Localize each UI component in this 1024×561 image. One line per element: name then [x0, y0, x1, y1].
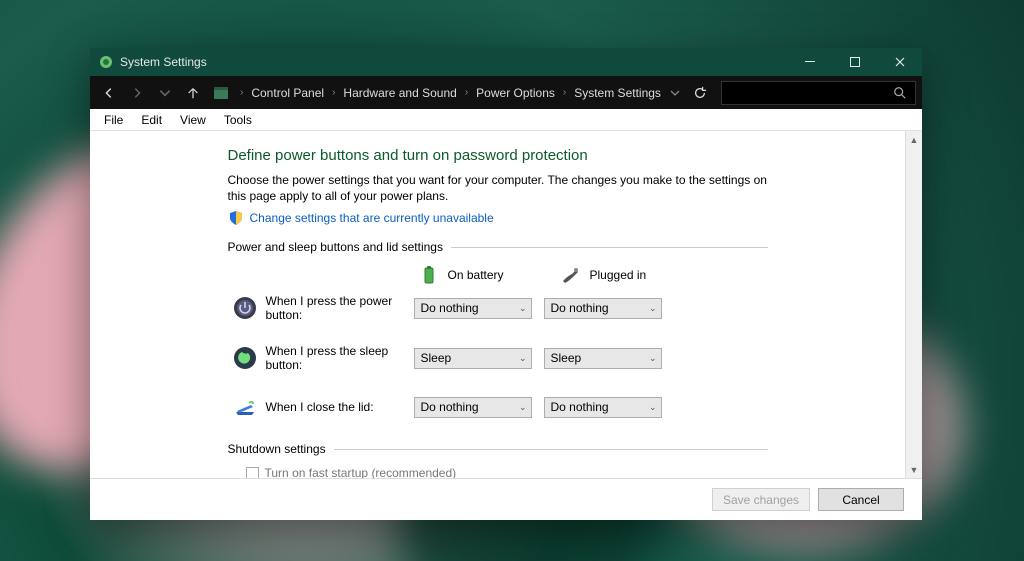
- menu-tools[interactable]: Tools: [216, 111, 260, 129]
- chevron-down-icon: ⌄: [519, 303, 527, 314]
- chevron-right-icon: ›: [326, 87, 341, 98]
- power-icon: [232, 295, 258, 321]
- breadcrumb-item[interactable]: Control Panel: [249, 86, 326, 100]
- cancel-button[interactable]: Cancel: [818, 488, 904, 511]
- chevron-down-icon: ⌄: [649, 402, 657, 413]
- battery-icon: [418, 264, 440, 286]
- app-icon: [98, 54, 114, 70]
- minimize-button[interactable]: [787, 48, 832, 76]
- footer: Save changes Cancel: [90, 478, 922, 520]
- chevron-right-icon: ›: [459, 87, 474, 98]
- location-icon: [212, 84, 230, 102]
- breadcrumb-item[interactable]: Hardware and Sound: [341, 86, 458, 100]
- row-label: When I close the lid:: [258, 400, 414, 414]
- breadcrumb-item[interactable]: System Settings: [572, 86, 663, 100]
- page-title: Define power buttons and turn on passwor…: [228, 147, 768, 164]
- address-bar: › Control Panel › Hardware and Sound › P…: [90, 76, 922, 109]
- vertical-scrollbar[interactable]: ▲ ▼: [905, 131, 922, 478]
- chevron-down-icon: ⌄: [519, 353, 527, 364]
- menubar: File Edit View Tools: [90, 109, 922, 131]
- search-input[interactable]: [721, 81, 916, 105]
- sleep-plugged-dropdown[interactable]: Sleep⌄: [544, 348, 662, 369]
- save-changes-button[interactable]: Save changes: [712, 488, 810, 511]
- close-button[interactable]: [877, 48, 922, 76]
- group-shutdown-label: Shutdown settings: [228, 442, 768, 456]
- menu-view[interactable]: View: [172, 111, 214, 129]
- menu-file[interactable]: File: [96, 111, 131, 129]
- column-plugged-in: Plugged in: [560, 264, 690, 286]
- chevron-down-icon: ⌄: [649, 303, 657, 314]
- breadcrumb[interactable]: › Control Panel › Hardware and Sound › P…: [208, 84, 663, 102]
- row-close-lid: When I close the lid: Do nothing⌄ Do not…: [228, 394, 768, 420]
- laptop-lid-icon: [232, 394, 258, 420]
- forward-button[interactable]: [124, 80, 150, 106]
- lid-plugged-dropdown[interactable]: Do nothing⌄: [544, 397, 662, 418]
- option-title: Turn on fast startup (recommended): [265, 466, 457, 478]
- search-icon: [893, 86, 907, 100]
- content-area: Define power buttons and turn on passwor…: [90, 131, 905, 478]
- row-label: When I press the sleep button:: [258, 344, 414, 372]
- row-power-button: When I press the power button: Do nothin…: [228, 294, 768, 322]
- system-settings-window: System Settings › Control Panel › Hardwa…: [90, 48, 922, 520]
- row-label: When I press the power button:: [258, 294, 414, 322]
- chevron-down-icon: ⌄: [649, 353, 657, 364]
- change-unavailable-link[interactable]: Change settings that are currently unava…: [250, 211, 494, 225]
- option-fast-startup: Turn on fast startup (recommended) This …: [246, 466, 768, 478]
- group-power-sleep-label: Power and sleep buttons and lid settings: [228, 240, 768, 254]
- sleep-icon: [232, 345, 258, 371]
- menu-edit[interactable]: Edit: [133, 111, 170, 129]
- breadcrumb-item[interactable]: Power Options: [474, 86, 557, 100]
- power-plugged-dropdown[interactable]: Do nothing⌄: [544, 298, 662, 319]
- plug-icon: [560, 264, 582, 286]
- sleep-battery-dropdown[interactable]: Sleep⌄: [414, 348, 532, 369]
- shield-icon: [228, 210, 244, 226]
- maximize-button[interactable]: [832, 48, 877, 76]
- chevron-down-icon: ⌄: [519, 402, 527, 413]
- power-battery-dropdown[interactable]: Do nothing⌄: [414, 298, 532, 319]
- lid-battery-dropdown[interactable]: Do nothing⌄: [414, 397, 532, 418]
- fast-startup-checkbox[interactable]: [246, 467, 259, 478]
- scroll-up-icon[interactable]: ▲: [906, 131, 922, 148]
- address-dropdown[interactable]: [665, 88, 685, 98]
- up-button[interactable]: [180, 80, 206, 106]
- row-sleep-button: When I press the sleep button: Sleep⌄ Sl…: [228, 344, 768, 372]
- refresh-button[interactable]: [687, 86, 713, 100]
- recent-dropdown[interactable]: [152, 80, 178, 106]
- back-button[interactable]: [96, 80, 122, 106]
- page-description: Choose the power settings that you want …: [228, 172, 768, 204]
- window-title: System Settings: [120, 55, 207, 69]
- column-on-battery: On battery: [418, 264, 538, 286]
- chevron-right-icon: ›: [234, 87, 249, 98]
- chevron-right-icon: ›: [557, 87, 572, 98]
- scroll-down-icon[interactable]: ▼: [906, 461, 922, 478]
- titlebar[interactable]: System Settings: [90, 48, 922, 76]
